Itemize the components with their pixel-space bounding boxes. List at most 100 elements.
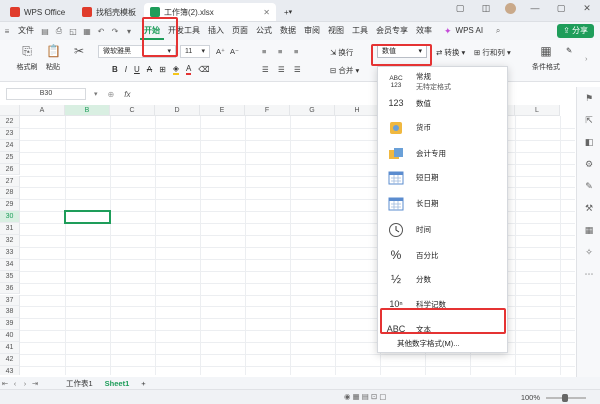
select-icon[interactable]: ⇱: [577, 109, 600, 131]
add-sheet-button[interactable]: +: [135, 379, 151, 388]
increase-font-icon[interactable]: A⁺: [216, 47, 225, 56]
convert-button[interactable]: ⇄ 转换 ▾: [436, 47, 465, 58]
column-header[interactable]: H: [335, 105, 380, 116]
selected-cell[interactable]: [64, 210, 111, 225]
select-all-corner[interactable]: [0, 105, 20, 116]
align-right-icon[interactable]: ☰: [294, 65, 301, 74]
undo-icon[interactable]: ↶: [94, 27, 108, 36]
align-top-icon[interactable]: ≡: [262, 47, 266, 56]
row-header[interactable]: 23: [0, 127, 20, 140]
row-header[interactable]: 35: [0, 270, 20, 283]
italic-icon[interactable]: I: [125, 65, 127, 74]
menu-view[interactable]: 视图: [324, 22, 348, 40]
preview-icon[interactable]: ◱: [66, 27, 80, 36]
maximize-icon[interactable]: ▢: [554, 3, 568, 14]
column-header[interactable]: D: [155, 105, 200, 116]
fx-icon[interactable]: fx: [124, 90, 130, 99]
format-option[interactable]: ½ 分数: [378, 267, 509, 292]
row-header[interactable]: 34: [0, 258, 20, 271]
sheet-tab-2[interactable]: Sheet1: [99, 379, 136, 388]
row-header[interactable]: 38: [0, 306, 20, 319]
strikethrough-icon[interactable]: A: [147, 65, 152, 74]
row-header[interactable]: 40: [0, 330, 20, 343]
view-mode-icons[interactable]: ◉ ▦ ▤ ⊡ ▢: [344, 392, 386, 401]
menu-review[interactable]: 审阅: [300, 22, 324, 40]
bold-icon[interactable]: B: [112, 65, 118, 74]
column-header[interactable]: G: [290, 105, 335, 116]
tab-wps-office[interactable]: WPS Office: [4, 3, 71, 21]
format-option[interactable]: 会计专用: [378, 141, 509, 166]
chevron-down-icon[interactable]: ▾: [94, 90, 98, 98]
row-header[interactable]: 29: [0, 199, 20, 212]
menu-file[interactable]: 文件: [14, 22, 38, 40]
cell-name-box[interactable]: B30: [6, 88, 86, 100]
layout-icon[interactable]: ▢: [453, 3, 467, 14]
row-header[interactable]: 36: [0, 282, 20, 295]
row-header[interactable]: 25: [0, 151, 20, 164]
avatar[interactable]: [505, 3, 516, 14]
close-tab-icon[interactable]: ✕: [263, 8, 270, 17]
border-icon[interactable]: ⊞: [159, 65, 166, 74]
table-icon[interactable]: ▦: [577, 219, 600, 241]
redo-icon[interactable]: ↷: [108, 27, 122, 36]
format-option[interactable]: 长日期: [378, 191, 509, 216]
column-header[interactable]: F: [245, 105, 290, 116]
row-header[interactable]: 43: [0, 365, 20, 375]
font-size-select[interactable]: 11 ▾: [180, 45, 210, 58]
menu-wps-ai[interactable]: WPS AI: [452, 22, 488, 40]
column-header[interactable]: C: [110, 105, 155, 116]
row-header[interactable]: 28: [0, 187, 20, 200]
row-header[interactable]: 22: [0, 116, 20, 128]
menu-insert[interactable]: 插入: [204, 22, 228, 40]
menu-page[interactable]: 页面: [228, 22, 252, 40]
row-col-button[interactable]: ⊞ 行和列 ▾: [474, 47, 511, 58]
row-header[interactable]: 33: [0, 246, 20, 259]
merge-button[interactable]: ⊟ 合并 ▾: [330, 65, 359, 76]
hamburger-icon[interactable]: ≡: [0, 27, 14, 36]
column-header[interactable]: L: [515, 105, 560, 116]
format-option[interactable]: 短日期: [378, 165, 509, 190]
format-option[interactable]: 货币: [378, 115, 509, 140]
column-header[interactable]: A: [20, 105, 65, 116]
menu-member[interactable]: 会员专享: [372, 22, 412, 40]
underline-icon[interactable]: U: [134, 65, 140, 74]
pen-icon[interactable]: ✎: [577, 175, 600, 197]
row-header[interactable]: 27: [0, 175, 20, 188]
row-header[interactable]: 41: [0, 342, 20, 354]
ribbon-scroll-right-icon[interactable]: ›: [585, 54, 588, 63]
row-header[interactable]: 37: [0, 294, 20, 307]
cell-style-icon[interactable]: ✎: [566, 46, 572, 55]
save-icon[interactable]: ▤: [38, 27, 52, 36]
format-icon[interactable]: ⚑: [577, 87, 600, 109]
wrap-text-button[interactable]: ⇲ 换行: [330, 47, 353, 58]
minimize-icon[interactable]: —: [528, 3, 542, 14]
menu-formula[interactable]: 公式: [252, 22, 276, 40]
align-left-icon[interactable]: ☰: [262, 65, 269, 74]
column-header[interactable]: B: [65, 105, 110, 116]
zoom-slider-handle[interactable]: [562, 394, 568, 402]
tools-icon[interactable]: ⚒: [577, 197, 600, 219]
row-header[interactable]: 24: [0, 139, 20, 152]
decrease-font-icon[interactable]: A⁻: [230, 47, 239, 56]
zoom-icon[interactable]: ⊕: [108, 90, 115, 99]
chevron-down-icon[interactable]: ▾: [122, 27, 136, 36]
sheet-tab-1[interactable]: 工作表1: [60, 378, 99, 389]
share-button[interactable]: ⇪ 分享: [557, 24, 594, 38]
column-header[interactable]: E: [200, 105, 245, 116]
menu-data[interactable]: 数据: [276, 22, 300, 40]
clear-icon[interactable]: ⌫: [198, 65, 209, 74]
format-option[interactable]: 123 数值: [378, 91, 509, 116]
align-middle-icon[interactable]: ≡: [278, 47, 282, 56]
row-header[interactable]: 26: [0, 163, 20, 176]
format-option[interactable]: % 百分比: [378, 243, 509, 268]
ai-icon[interactable]: ✧: [577, 241, 600, 263]
properties-icon[interactable]: ⚙: [577, 153, 600, 175]
menu-efficiency[interactable]: 效率: [412, 22, 436, 40]
zoom-level[interactable]: 100%: [521, 393, 540, 402]
row-header[interactable]: 30: [0, 211, 20, 224]
conditional-format-button[interactable]: ▦ 条件格式: [526, 44, 566, 72]
row-header[interactable]: 32: [0, 235, 20, 247]
search-icon[interactable]: ⌕: [491, 26, 505, 36]
new-tab-button[interactable]: + ▾: [278, 3, 298, 21]
print-icon[interactable]: ⎙: [52, 26, 66, 36]
